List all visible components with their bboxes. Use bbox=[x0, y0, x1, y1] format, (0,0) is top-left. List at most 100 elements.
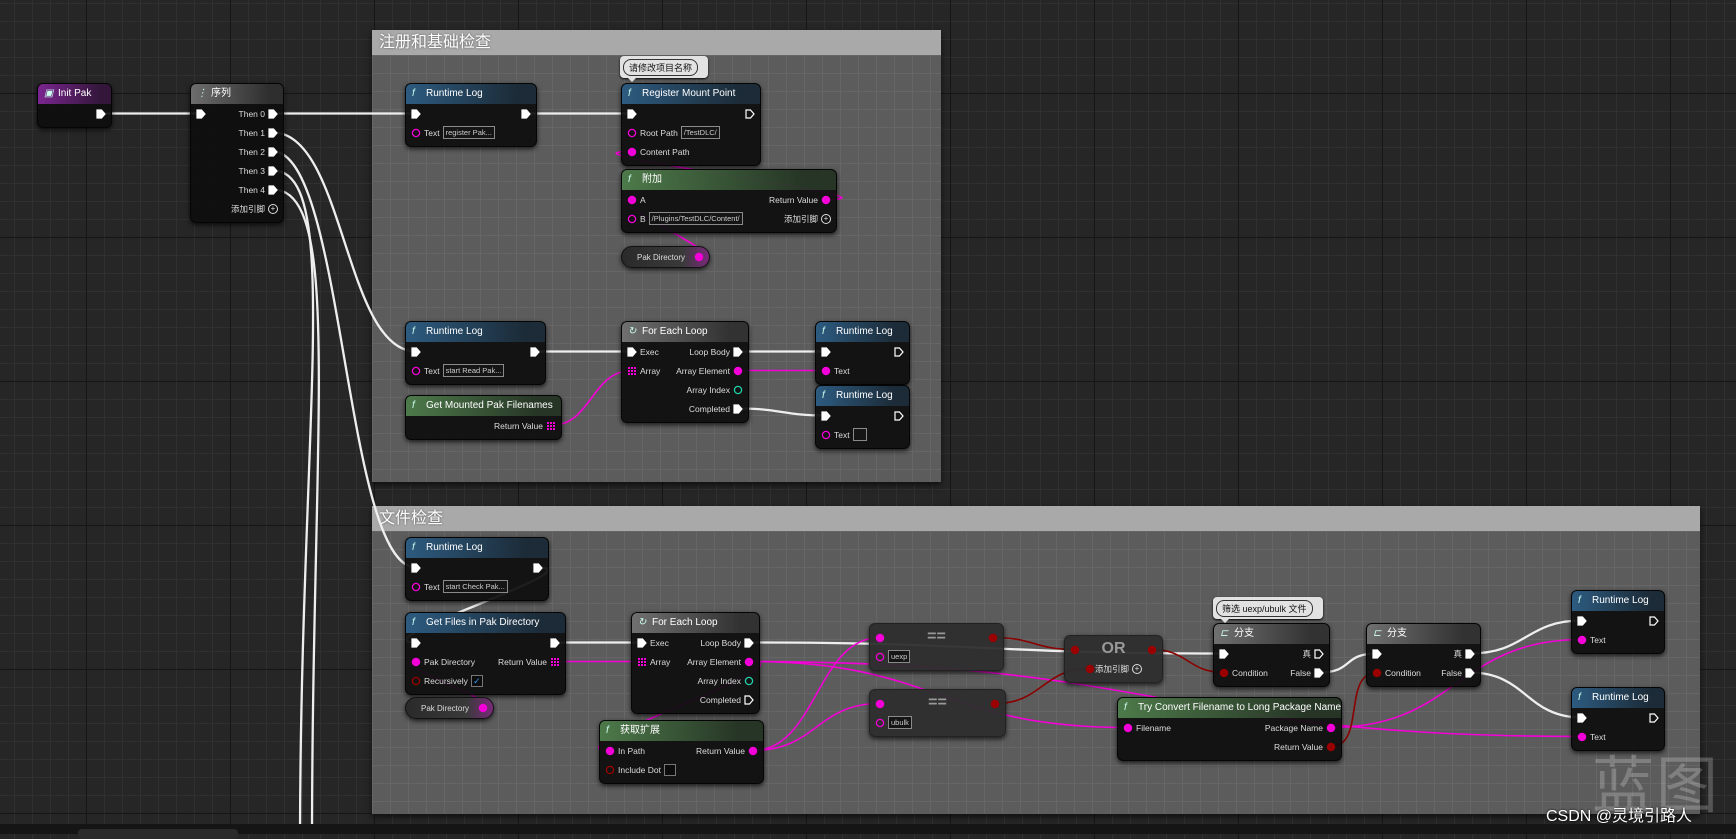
node-header[interactable]: f Try Convert Filename to Long Package Na… bbox=[1118, 698, 1341, 718]
exec-output-pin[interactable] bbox=[533, 562, 543, 573]
exec-output-pin[interactable] bbox=[96, 108, 106, 119]
pin-default-checkbox[interactable]: ✓ bbox=[470, 674, 483, 687]
text-input-pin[interactable] bbox=[411, 128, 421, 138]
node-header[interactable]: f Get Files in Pak Directory bbox=[406, 613, 565, 633]
loop-body-output-pin[interactable] bbox=[744, 637, 754, 648]
text-input-pin[interactable] bbox=[821, 366, 831, 376]
then-4-output-pin[interactable] bbox=[268, 184, 278, 195]
pak-directory-variable[interactable]: Pak Directory bbox=[621, 246, 710, 268]
pin-default-value-input[interactable]: start Check Pak... bbox=[442, 580, 508, 593]
b-input-pin[interactable] bbox=[627, 214, 637, 224]
exec-input-pin[interactable] bbox=[821, 410, 831, 421]
unnamed-output-pin[interactable] bbox=[1465, 648, 1475, 659]
register-mount-point-node[interactable]: f Register Mount Point Root Path/TestDLC/C… bbox=[621, 83, 761, 166]
runtime-log-node[interactable]: f Runtime Log Text register Pak... bbox=[405, 83, 537, 147]
false-output-pin[interactable] bbox=[1465, 667, 1475, 678]
node-header[interactable]: f 附加 bbox=[622, 170, 836, 190]
try-convert-filename-node[interactable]: f Try Convert Filename to Long Package Na… bbox=[1117, 697, 1342, 761]
node-header[interactable]: f Runtime Log bbox=[406, 538, 548, 558]
runtime-log-node[interactable]: f Runtime Log Text bbox=[815, 321, 910, 385]
in-path-input-pin[interactable] bbox=[605, 746, 615, 756]
exec-input-pin[interactable] bbox=[1577, 712, 1587, 723]
bool-output-pin[interactable] bbox=[988, 633, 998, 643]
package-name-output-pin[interactable] bbox=[1326, 723, 1336, 733]
or-node[interactable]: OR 添加引脚 + bbox=[1064, 635, 1163, 683]
exec-input-pin[interactable] bbox=[627, 346, 637, 357]
bool-output-pin[interactable] bbox=[1147, 645, 1157, 655]
get-extension-node[interactable]: f 获取扩展 In Path Return Value Include Dot bbox=[599, 720, 764, 784]
node-header[interactable]: f Register Mount Point bbox=[622, 84, 760, 104]
exec-output-pin[interactable] bbox=[894, 346, 904, 357]
exec-input-pin[interactable] bbox=[637, 637, 647, 648]
node-header[interactable]: f 获取扩展 bbox=[600, 721, 763, 741]
text-input-pin[interactable] bbox=[1577, 732, 1587, 742]
return-value-output-pin[interactable] bbox=[550, 657, 560, 667]
false-output-pin[interactable] bbox=[1314, 667, 1324, 678]
comment-title[interactable]: 文件检查 bbox=[372, 506, 1700, 531]
pin-default-checkbox[interactable] bbox=[664, 763, 676, 776]
string-input-pin[interactable] bbox=[875, 718, 885, 728]
pin-default-value-input[interactable]: start Read Pak... bbox=[442, 364, 505, 377]
completed-output-pin[interactable] bbox=[733, 403, 743, 414]
pin-default-value-input[interactable]: ubulk bbox=[888, 716, 912, 729]
runtime-log-node[interactable]: f Runtime Log Text bbox=[1571, 590, 1665, 654]
return-value-output-pin[interactable] bbox=[748, 746, 758, 756]
unnamed-output-pin[interactable] bbox=[1314, 648, 1324, 659]
text-input-pin[interactable] bbox=[1577, 635, 1587, 645]
array-element-output-pin[interactable] bbox=[744, 657, 754, 667]
exec-wire[interactable] bbox=[272, 188, 320, 835]
exec-input-pin[interactable] bbox=[627, 108, 637, 119]
node-header[interactable]: f Runtime Log bbox=[816, 386, 909, 406]
node-header[interactable]: ⊏ 分支 bbox=[1214, 624, 1329, 644]
bool-input-pin[interactable] bbox=[1070, 645, 1080, 655]
init-pak-event-node[interactable]: ▣ Init Pak bbox=[37, 83, 112, 128]
text-input-pin[interactable] bbox=[821, 430, 831, 440]
runtime-log-node[interactable]: f Runtime Log Text start Check Pak... bbox=[405, 537, 549, 601]
branch-node[interactable]: ⊏ 分支真 Condition False bbox=[1213, 623, 1330, 687]
array-index-output-pin[interactable] bbox=[733, 385, 743, 395]
bool-output-pin[interactable] bbox=[990, 699, 1000, 709]
bottom-tab[interactable] bbox=[78, 829, 238, 839]
exec-wire[interactable] bbox=[272, 169, 315, 835]
filename-input-pin[interactable] bbox=[1123, 723, 1133, 733]
equals-node[interactable]: == uexp bbox=[869, 623, 1004, 671]
string-input-pin[interactable] bbox=[875, 633, 885, 643]
exec-output-pin[interactable] bbox=[550, 637, 560, 648]
completed-output-pin[interactable] bbox=[744, 694, 754, 705]
node-header[interactable]: ⋮ 序列 bbox=[191, 84, 283, 104]
add-pin-button-label[interactable]: 添加引脚 bbox=[784, 213, 818, 225]
runtime-log-node[interactable]: f Runtime Log Text bbox=[815, 385, 910, 449]
array-input-pin[interactable] bbox=[627, 366, 637, 376]
pak-directory-input-pin[interactable] bbox=[411, 657, 421, 667]
exec-input-pin[interactable] bbox=[821, 346, 831, 357]
array-input-pin[interactable] bbox=[637, 657, 647, 667]
exec-output-pin[interactable] bbox=[894, 410, 904, 421]
bool-input-pin[interactable] bbox=[1085, 664, 1095, 674]
text-input-pin[interactable] bbox=[411, 582, 421, 592]
then-3-output-pin[interactable] bbox=[268, 165, 278, 176]
pin-default-value-input[interactable]: uexp bbox=[888, 650, 911, 663]
comment-group-file-check[interactable]: 文件检查 bbox=[372, 506, 1700, 814]
string-input-pin[interactable] bbox=[875, 699, 885, 709]
exec-input-pin[interactable] bbox=[1372, 648, 1382, 659]
equals-node[interactable]: == ubulk bbox=[869, 689, 1006, 737]
string-output-pin[interactable] bbox=[694, 252, 704, 262]
return-value-output-pin[interactable] bbox=[546, 421, 556, 431]
array-element-output-pin[interactable] bbox=[733, 366, 743, 376]
return-value-output-pin[interactable] bbox=[1326, 742, 1336, 752]
node-header[interactable]: f Get Mounted Pak Filenames bbox=[406, 396, 561, 416]
add-pin-icon[interactable]: + bbox=[268, 203, 278, 214]
node-comment-bubble[interactable]: 请修改项目名称 bbox=[620, 56, 709, 82]
condition-input-pin[interactable] bbox=[1219, 668, 1229, 678]
then-2-output-pin[interactable] bbox=[268, 146, 278, 157]
string-input-pin[interactable] bbox=[875, 652, 885, 662]
exec-output-pin[interactable] bbox=[1649, 712, 1659, 723]
exec-input-pin[interactable] bbox=[196, 108, 206, 119]
exec-output-pin[interactable] bbox=[1649, 615, 1659, 626]
add-pin-icon[interactable]: + bbox=[821, 213, 831, 224]
branch-node[interactable]: ⊏ 分支真 Condition False bbox=[1366, 623, 1481, 687]
exec-input-pin[interactable] bbox=[411, 637, 421, 648]
content-path-input-pin[interactable] bbox=[627, 147, 637, 157]
text-input-pin[interactable] bbox=[411, 366, 421, 376]
add-pin-button-label[interactable]: 添加引脚 bbox=[231, 203, 265, 215]
